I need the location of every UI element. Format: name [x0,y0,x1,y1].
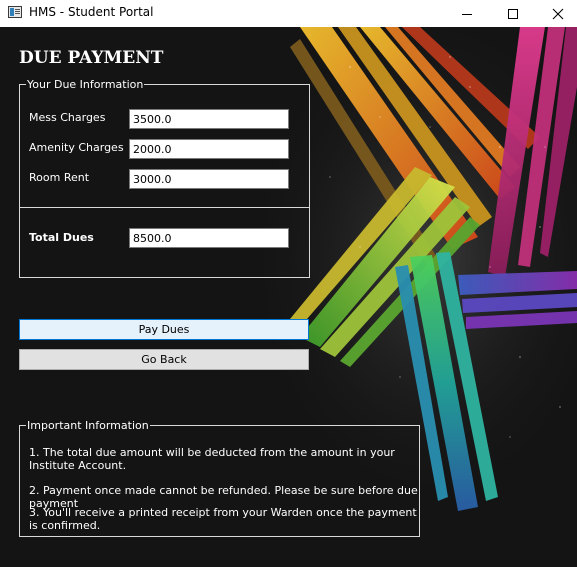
close-icon [552,8,564,19]
go-back-button[interactable]: Go Back [19,349,309,370]
maximize-button[interactable] [490,0,536,27]
due-divider [19,207,310,208]
amenity-charges-field[interactable] [129,139,289,159]
info-line-3: 3. You'll receive a printed receipt from… [29,506,417,532]
window-title: HMS - Student Portal [29,5,154,19]
total-dues-field[interactable] [129,228,289,248]
room-rent-field[interactable] [129,169,289,189]
minimize-button[interactable] [444,0,490,27]
page-heading: DUE PAYMENT [19,48,164,68]
app-window-icon [8,6,22,18]
title-bar: HMS - Student Portal [0,0,577,27]
minimize-icon [462,13,472,15]
info-line-1: 1. The total due amount will be deducted… [29,446,395,472]
window-content: DUE PAYMENT Your Due Information Mess Ch… [0,27,577,567]
pay-dues-button[interactable]: Pay Dues [19,319,309,340]
total-dues-label: Total Dues [29,231,94,244]
room-rent-label: Room Rent [29,171,90,184]
important-information-legend: Important Information [27,419,149,432]
maximize-icon [508,8,518,19]
mess-charges-label: Mess Charges [29,111,106,124]
due-information-legend: Your Due Information [27,78,144,91]
close-button[interactable] [535,0,577,27]
amenity-charges-label: Amenity Charges [29,141,124,154]
mess-charges-field[interactable] [129,109,289,129]
